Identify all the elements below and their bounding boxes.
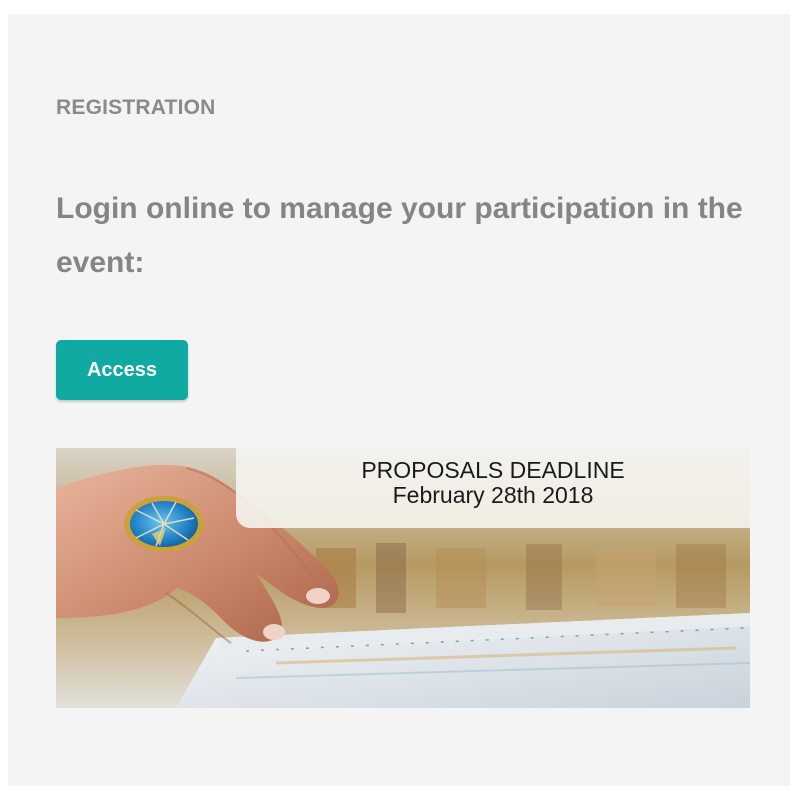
proposals-deadline-banner[interactable]: PROPOSALS DEADLINE February 28th 2018 [56,448,750,708]
section-label: REGISTRATION [56,96,216,119]
registration-headline: Login online to manage your participatio… [56,192,743,279]
deadline-caption: PROPOSALS DEADLINE February 28th 2018 [236,448,750,528]
caption-title: PROPOSALS DEADLINE [361,457,625,483]
caption-date: February 28th 2018 [392,482,594,508]
registration-panel: REGISTRATION Login online to manage your… [8,14,790,786]
access-button[interactable]: Access [56,340,188,400]
